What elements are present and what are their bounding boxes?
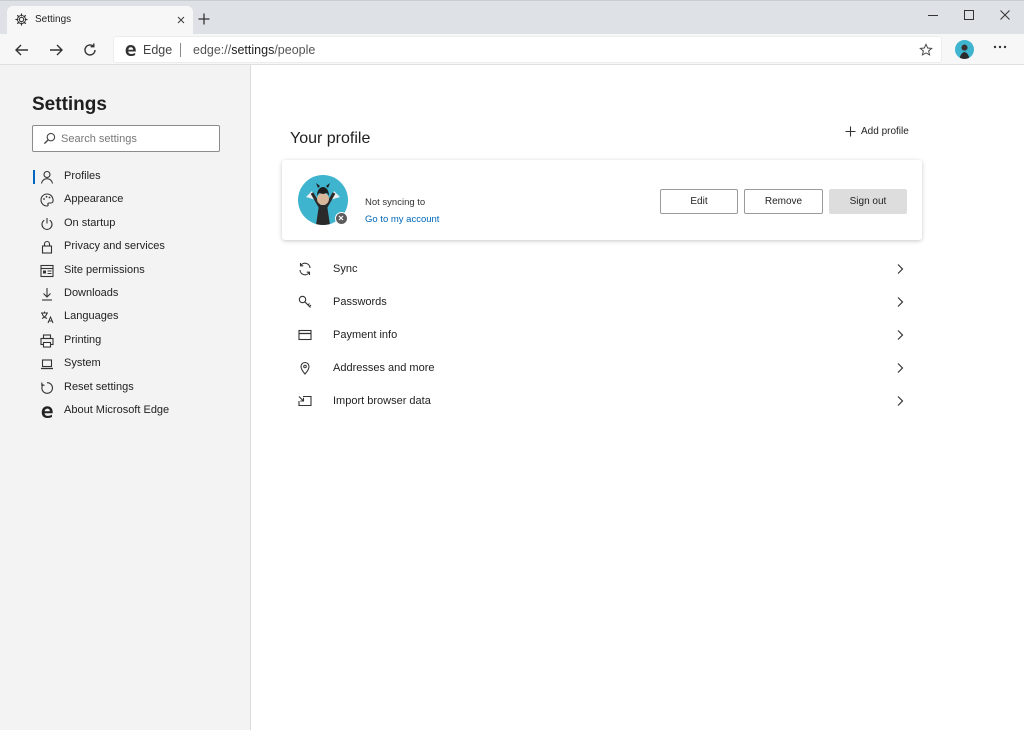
sync-status-text: Not syncing to: [365, 197, 426, 208]
sidebar-item-label: Languages: [64, 310, 119, 323]
chevron-right-icon: [896, 362, 904, 374]
person-icon: [40, 170, 54, 184]
sidebar-item-reset[interactable]: Reset settings: [0, 376, 250, 399]
reset-icon: [40, 381, 54, 395]
sidebar-item-label: About Microsoft Edge: [64, 403, 170, 416]
sidebar-item-system[interactable]: System: [0, 352, 250, 375]
forward-arrow-icon[interactable]: [47, 41, 65, 59]
sidebar-item-label: Profiles: [64, 170, 101, 182]
search-box[interactable]: [32, 125, 220, 152]
remove-button[interactable]: Remove: [744, 189, 823, 214]
sidebar-item-label: Appearance: [64, 193, 124, 206]
sidebar-item-label: Downloads: [64, 286, 119, 299]
profile-card: Not syncing to Go to my account Edit Rem…: [282, 160, 922, 240]
more-options-icon[interactable]: [993, 45, 1007, 49]
settings-row-addresses[interactable]: Addresses and more: [282, 352, 922, 385]
palette-icon: [40, 193, 54, 207]
sidebar-item-label: On startup: [64, 216, 116, 229]
url-prefix: edge://: [193, 43, 232, 57]
languages-icon: [40, 310, 54, 324]
chevron-right-icon: [896, 395, 904, 407]
address-divider: [180, 43, 181, 57]
back-arrow-icon[interactable]: [13, 41, 31, 59]
settings-row-label: Sync: [333, 263, 358, 275]
download-icon: [40, 287, 54, 301]
credit-card-icon: [298, 328, 312, 342]
settings-row-import[interactable]: Import browser data: [282, 385, 922, 418]
sidebar-item-site-permissions[interactable]: Site permissions: [0, 259, 250, 282]
key-icon: [298, 295, 312, 309]
sidebar-item-label: System: [64, 357, 101, 370]
settings-title: Settings: [32, 94, 107, 115]
sign-out-button[interactable]: Sign out: [829, 189, 907, 214]
active-indicator: [33, 170, 35, 184]
sidebar-nav: Profiles Appearance On startup Privacy a…: [0, 165, 250, 422]
lock-icon: [40, 240, 54, 254]
sidebar-item-languages[interactable]: Languages: [0, 305, 250, 328]
sidebar-item-profiles[interactable]: Profiles: [0, 165, 250, 188]
settings-sidebar: Settings Profiles Appearance On startup: [0, 65, 251, 730]
address-url[interactable]: edge://settings/people: [193, 43, 315, 57]
sidebar-item-appearance[interactable]: Appearance: [0, 188, 250, 211]
refresh-icon[interactable]: [81, 41, 99, 59]
site-permissions-icon: [40, 264, 54, 278]
new-tab-plus-icon[interactable]: [197, 12, 211, 26]
add-profile-button[interactable]: Add profile: [845, 123, 909, 139]
add-profile-label: Add profile: [861, 125, 909, 137]
search-icon: [43, 132, 56, 145]
tab-settings[interactable]: Settings: [7, 6, 193, 35]
edge-icon: [40, 404, 54, 418]
sidebar-item-on-startup[interactable]: On startup: [0, 212, 250, 235]
tab-close-icon[interactable]: [175, 14, 187, 26]
go-to-account-link[interactable]: Go to my account: [365, 214, 439, 225]
url-path: /people: [274, 43, 316, 57]
import-icon: [298, 394, 312, 408]
printer-icon: [40, 334, 54, 348]
settings-row-sync[interactable]: Sync: [282, 253, 922, 286]
address-bar[interactable]: Edge edge://settings/people: [113, 36, 942, 63]
sidebar-item-label: Site permissions: [64, 263, 145, 276]
chevron-right-icon: [896, 329, 904, 341]
url-host: settings: [231, 43, 275, 57]
sync-icon: [298, 262, 312, 276]
address-site-name: Edge: [143, 43, 173, 57]
edit-button[interactable]: Edit: [660, 189, 738, 214]
tab-title: Settings: [35, 14, 72, 25]
edge-logo-icon: [124, 43, 137, 56]
title-bar: Settings: [0, 0, 1024, 35]
sync-off-icon: [335, 212, 348, 225]
page-title: Your profile: [290, 130, 371, 147]
maximize-icon[interactable]: [954, 6, 984, 24]
settings-row-label: Addresses and more: [333, 362, 435, 374]
gear-icon: [15, 13, 28, 26]
sidebar-item-label: Reset settings: [64, 380, 134, 393]
chevron-right-icon: [896, 263, 904, 275]
settings-row-label: Passwords: [333, 296, 387, 308]
browser-toolbar: Edge edge://settings/people: [0, 34, 1024, 65]
settings-row-passwords[interactable]: Passwords: [282, 286, 922, 319]
window-close-icon[interactable]: [990, 6, 1020, 24]
sidebar-item-privacy[interactable]: Privacy and services: [0, 235, 250, 258]
sidebar-item-label: Printing: [64, 333, 102, 346]
profile-avatar-icon[interactable]: [955, 40, 974, 59]
sidebar-item-downloads[interactable]: Downloads: [0, 282, 250, 305]
settings-main: Your profile Add profile Not syncing to …: [251, 65, 1024, 730]
minimize-icon[interactable]: [918, 6, 948, 24]
power-icon: [40, 217, 54, 231]
search-input[interactable]: [61, 130, 211, 147]
settings-row-label: Import browser data: [333, 395, 431, 407]
favorite-star-icon[interactable]: [919, 43, 933, 57]
laptop-icon: [40, 357, 54, 371]
plus-icon: [845, 126, 856, 136]
sidebar-item-printing[interactable]: Printing: [0, 329, 250, 352]
sidebar-item-label: Privacy and services: [64, 240, 165, 253]
sidebar-item-about[interactable]: About Microsoft Edge: [0, 399, 250, 422]
settings-row-payment-info[interactable]: Payment info: [282, 319, 922, 352]
settings-row-label: Payment info: [333, 329, 398, 341]
location-pin-icon: [298, 361, 312, 375]
chevron-right-icon: [896, 296, 904, 308]
